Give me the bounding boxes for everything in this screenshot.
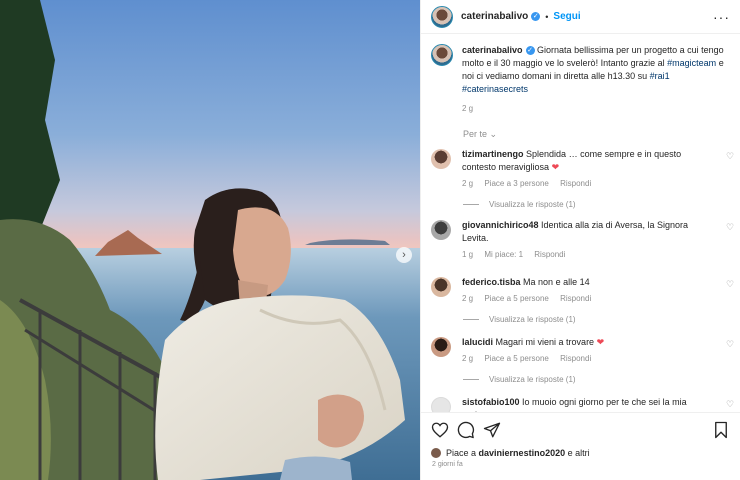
comment-likes-count[interactable]: Piace a 5 persone: [484, 354, 549, 363]
instagram-post-view: › caterinabalivo ✓ • Segui ··· caterinab…: [0, 0, 740, 480]
comment-meta: 2 g Piace a 5 persone Rispondi: [462, 352, 714, 365]
comments-scroll-area[interactable]: caterinabalivo ✓ Giornata bellissima per …: [421, 34, 740, 412]
comment-meta: 1 g Mi piace: 1 Rispondi: [462, 248, 714, 261]
commenter-username[interactable]: federico.tisba: [462, 277, 521, 287]
caption-body: caterinabalivo ✓ Giornata bellissima per …: [462, 44, 730, 115]
caption-avatar[interactable]: [431, 44, 453, 66]
comment-bubble-icon[interactable]: [457, 421, 475, 439]
comment-likes-count[interactable]: Piace a 3 persone: [484, 179, 549, 188]
commenter-avatar[interactable]: [431, 220, 451, 240]
reply-button[interactable]: Rispondi: [534, 250, 565, 259]
likes-prefix: Piace a: [446, 448, 477, 458]
bookmark-icon[interactable]: [712, 421, 730, 439]
reply-button[interactable]: Rispondi: [560, 179, 591, 188]
comment-text: Magari mi vieni a trovare: [495, 337, 595, 347]
commenter-avatar[interactable]: [431, 337, 451, 357]
comment-body: lalucidi Magari mi vieni a trovare ❤ 2 g…: [462, 336, 714, 365]
post-actions-bar: Piace a daviniernestino2020 e altri 2 gi…: [421, 412, 740, 468]
comment-age: 2 g: [462, 179, 474, 188]
comment-age: 2 g: [462, 354, 474, 363]
like-comment-heart-icon[interactable]: ♡: [726, 152, 735, 161]
author-username[interactable]: caterinabalivo: [461, 11, 528, 22]
post-photo[interactable]: ›: [0, 0, 420, 480]
verified-badge-icon: ✓: [525, 46, 535, 56]
comment-item: sistofabio100 Io muoio ogni giorno per t…: [421, 396, 740, 412]
post-header: caterinabalivo ✓ • Segui ···: [421, 0, 740, 34]
liker-avatar: [431, 448, 441, 458]
action-icons: [431, 421, 730, 439]
caption-age: 2 g: [462, 104, 474, 113]
comment-item: giovannichirico48 Identica alla zia di A…: [421, 219, 740, 261]
comment-likes-count[interactable]: Piace a 5 persone: [484, 294, 549, 303]
separator-dot: •: [545, 11, 549, 22]
comment-age: 2 g: [462, 294, 474, 303]
view-replies-label: Visualizza le risposte (1): [489, 315, 576, 324]
hashtag-link[interactable]: #magicteam: [667, 58, 716, 68]
view-replies-button[interactable]: Visualizza le risposte (1): [421, 200, 740, 209]
comment-meta: 2 g Piace a 5 persone Rispondi: [462, 292, 714, 305]
like-comment-heart-icon[interactable]: ♡: [726, 280, 735, 289]
commenter-username[interactable]: tizimartinengo: [462, 149, 524, 159]
hashtag-link[interactable]: #caterinasecrets: [462, 84, 528, 94]
likes-suffix: e altri: [567, 448, 590, 458]
like-comment-heart-icon[interactable]: ♡: [726, 400, 735, 409]
comment-body: tizimartinengo Splendida … come sempre e…: [462, 148, 714, 190]
like-comment-heart-icon[interactable]: ♡: [726, 340, 735, 349]
red-heart-emoji-icon: ❤: [596, 337, 605, 347]
hashtag-link[interactable]: #rai1: [650, 71, 670, 81]
comment-meta: 2 g Piace a 3 persone Rispondi: [462, 177, 714, 190]
reply-button[interactable]: Rispondi: [560, 354, 591, 363]
comment-text: Ma non e alle 14: [523, 277, 590, 287]
commenter-username[interactable]: sistofabio100: [462, 397, 520, 407]
comment-item: tizimartinengo Splendida … come sempre e…: [421, 148, 740, 190]
likes-summary[interactable]: Piace a daviniernestino2020 e altri: [431, 448, 730, 458]
post-side-panel: caterinabalivo ✓ • Segui ··· caterinabal…: [420, 0, 740, 480]
comment-age: 1 g: [462, 250, 474, 259]
comment-body: giovannichirico48 Identica alla zia di A…: [462, 219, 714, 261]
comment-sort-dropdown[interactable]: Per te ⌄: [421, 115, 740, 140]
like-heart-icon[interactable]: [431, 421, 449, 439]
view-replies-label: Visualizza le risposte (1): [489, 375, 576, 384]
commenter-avatar[interactable]: [431, 397, 451, 412]
share-send-icon[interactable]: [483, 421, 501, 439]
commenter-avatar[interactable]: [431, 277, 451, 297]
post-caption: caterinabalivo ✓ Giornata bellissima per …: [421, 34, 740, 115]
like-comment-heart-icon[interactable]: ♡: [726, 223, 735, 232]
photo-illustration: [0, 0, 420, 480]
view-replies-button[interactable]: Visualizza le risposte (1): [421, 375, 740, 384]
follow-button[interactable]: Segui: [553, 11, 580, 22]
commenter-username[interactable]: lalucidi: [462, 337, 493, 347]
liker-username[interactable]: daviniernestino2020: [479, 448, 566, 458]
comment-likes-count[interactable]: Mi piace: 1: [484, 250, 523, 259]
commenter-username[interactable]: giovannichirico48: [462, 220, 539, 230]
verified-badge-icon: ✓: [531, 12, 541, 21]
comment-text: Io muoio ogni giorno per te che sei la m…: [522, 397, 687, 407]
chevron-right-icon: ›: [402, 249, 406, 261]
chevron-down-icon: ⌄: [489, 129, 498, 139]
sort-label: Per te: [463, 129, 488, 139]
view-replies-label: Visualizza le risposte (1): [489, 200, 576, 209]
next-image-button[interactable]: ›: [396, 247, 412, 263]
comment-body: sistofabio100 Io muoio ogni giorno per t…: [462, 396, 714, 412]
reply-button[interactable]: Rispondi: [560, 294, 591, 303]
more-options-icon[interactable]: ···: [713, 9, 730, 25]
comment-item: federico.tisba Ma non e alle 14 2 g Piac…: [421, 276, 740, 305]
caption-meta: 2 g: [462, 102, 730, 115]
author-avatar[interactable]: [431, 5, 453, 28]
view-replies-button[interactable]: Visualizza le risposte (1): [421, 315, 740, 324]
post-date: 2 giorni fa: [432, 461, 463, 468]
comment-item: lalucidi Magari mi vieni a trovare ❤ 2 g…: [421, 336, 740, 365]
comment-body: federico.tisba Ma non e alle 14 2 g Piac…: [462, 276, 714, 305]
commenter-avatar[interactable]: [431, 149, 451, 169]
caption-username[interactable]: caterinabalivo: [462, 45, 523, 55]
red-heart-emoji-icon: ❤: [551, 162, 560, 172]
